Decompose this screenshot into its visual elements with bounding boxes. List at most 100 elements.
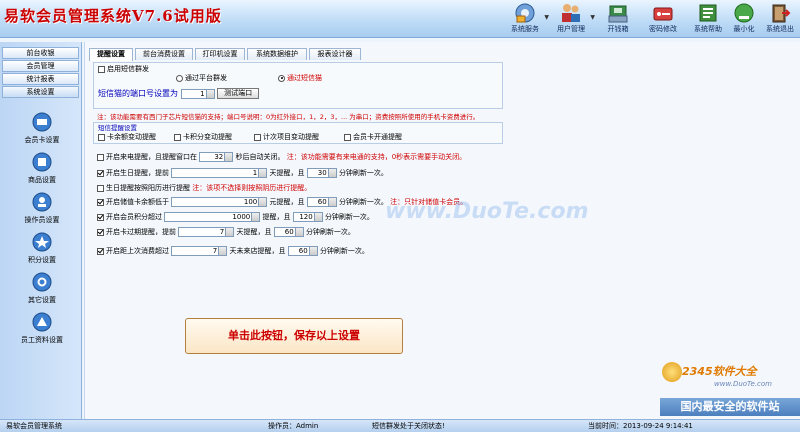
- points-refresh-stepper[interactable]: 120: [292, 212, 323, 222]
- balance-change-checkbox[interactable]: [98, 133, 105, 141]
- toolbar-exit-button[interactable]: 系统退出: [760, 2, 800, 36]
- tab-report-designer[interactable]: 报表设计器: [309, 48, 361, 60]
- last-visit-days-stepper[interactable]: 7: [171, 246, 228, 256]
- toolbar-system-service-button[interactable]: 系统服务 ▼: [505, 2, 549, 36]
- sidebar-staff-settings[interactable]: 员工资料设置: [10, 312, 74, 345]
- card-open-checkbox[interactable]: [344, 133, 351, 141]
- save-settings-button[interactable]: 单击此按钮，保存以上设置: [185, 318, 403, 354]
- lunar-note: 注：该项不选择则按照阴历进行提醒。: [192, 184, 312, 192]
- sidebar-operator-settings[interactable]: 操作员设置: [10, 192, 74, 225]
- balance-threshold-stepper[interactable]: 100: [171, 197, 268, 207]
- sidebar-label: 会员卡设置: [24, 136, 60, 144]
- sms-note: 注：该功能需要有西门子芯片短信猫的支持；端口号说明：0为红外接口，1，2，3，.…: [97, 113, 480, 121]
- nav-member-management[interactable]: 会员管理: [2, 60, 79, 72]
- last-visit-reminder-label: 开启距上次消费超过: [106, 247, 169, 255]
- exit-icon: [772, 4, 791, 23]
- sms-enable-checkbox[interactable]: [98, 65, 105, 73]
- sms-platform-label: 通过平台群发: [185, 74, 227, 82]
- expire-reminder-checkbox[interactable]: [97, 228, 104, 236]
- test-port-button[interactable]: 测试端口: [217, 88, 260, 99]
- lunar-reminder-label: 生日提醒按照阳历进行提醒: [106, 184, 190, 192]
- option-label: 会员卡开通提醒: [353, 133, 402, 141]
- user-management-icon: [562, 4, 580, 22]
- title-bar: 易软会员管理系统V7.6试用版 系统服务 ▼ 用户管理 ▼ 开钱箱 密码修改 系…: [0, 0, 800, 38]
- sidebar: 前台收银 会员管理 统计报表 系统设置 会员卡设置 商品设置 操作员设置 积分设…: [0, 42, 82, 419]
- expire-reminder-label: 开启卡过期提醒，提前: [106, 228, 176, 236]
- tab-data-maintenance[interactable]: 系统数据维护: [247, 48, 307, 60]
- toolbar-minimize-button[interactable]: 最小化: [724, 2, 764, 36]
- watermark-text: www.DuoTe.com: [385, 199, 589, 224]
- caller-seconds-stepper[interactable]: 32: [199, 152, 234, 162]
- option-label: 卡余额变动提醒: [107, 133, 156, 141]
- watermark-logo: 2345软件大全 www.DuoTe.com 国内最安全的软件站: [652, 362, 800, 420]
- points-mid: 提醒，且: [262, 213, 291, 221]
- birthday-reminder-checkbox[interactable]: [97, 169, 104, 177]
- staff-icon: [32, 312, 52, 332]
- birthday-reminder-label: 开启生日提醒，提前: [106, 169, 169, 177]
- birthday-days-stepper[interactable]: 1: [171, 168, 268, 178]
- points-threshold-stepper[interactable]: 1000: [164, 212, 261, 222]
- nav-cashier[interactable]: 前台收银: [2, 47, 79, 59]
- points-change-checkbox[interactable]: [174, 133, 181, 141]
- balance-reminder-checkbox[interactable]: [97, 198, 104, 206]
- status-bar: 易软会员管理系统 操作员：Admin 短信群发处于关闭状态! 当前时间：2013…: [0, 419, 800, 432]
- last-visit-refresh-stepper[interactable]: 60: [287, 246, 318, 256]
- caller-reminder-checkbox[interactable]: [97, 153, 104, 161]
- sidebar-member-card-settings[interactable]: 会员卡设置: [10, 112, 74, 145]
- expire-suffix: 分钟刷新一次。: [305, 228, 355, 236]
- sms-group: 启用短信群发 通过平台群发 通过短信猫 短信猫的端口号设置为 1 测试端口: [93, 62, 503, 109]
- balance-reminder-label: 开启储值卡余额低于: [106, 198, 169, 206]
- status-sms-state: 短信群发处于关闭状态!: [372, 422, 445, 430]
- points-icon: [32, 232, 52, 252]
- points-reminder-label: 开启会员积分超过: [106, 213, 162, 221]
- count-item-change-checkbox[interactable]: [254, 133, 261, 141]
- nav-system-settings[interactable]: 系统设置: [2, 86, 79, 98]
- sun-logo-icon: [662, 362, 682, 382]
- nav-reports[interactable]: 统计报表: [2, 73, 79, 85]
- expire-days-stepper[interactable]: 7: [178, 227, 235, 237]
- status-operator: 操作员：Admin: [268, 422, 319, 430]
- sidebar-label: 员工资料设置: [21, 336, 63, 344]
- toolbar-help-button[interactable]: 系统帮助: [688, 2, 728, 36]
- watermark-url: www.DuoTe.com: [714, 380, 772, 388]
- option-label: 卡积分变动提醒: [183, 133, 232, 141]
- sms-cat-radio[interactable]: [278, 74, 285, 82]
- system-service-icon: [515, 3, 535, 23]
- caller-reminder-label: 开启来电提醒，且提醒窗口在: [106, 153, 197, 161]
- points-suffix: 分钟刷新一次。: [324, 213, 374, 221]
- sidebar-label: 其它设置: [28, 296, 56, 304]
- sidebar-label: 操作员设置: [24, 216, 60, 224]
- minimize-icon: [734, 3, 754, 23]
- caller-note: 注：该功能需要有来电通的支持，0秒表示需要手动关闭。: [286, 153, 467, 161]
- status-app-name: 易软会员管理系统: [6, 422, 62, 430]
- product-icon: [32, 152, 52, 172]
- points-reminder-checkbox[interactable]: [97, 213, 104, 221]
- balance-suffix: 分钟刷新一次。: [338, 198, 388, 206]
- tab-checkout-settings[interactable]: 前台消费设置: [135, 48, 193, 60]
- toolbar-user-management-button[interactable]: 用户管理 ▼: [551, 2, 595, 36]
- expire-refresh-stepper[interactable]: 60: [273, 227, 304, 237]
- cash-drawer-icon: [608, 5, 628, 23]
- password-change-icon: [653, 7, 673, 21]
- birthday-refresh-stepper[interactable]: 30: [306, 168, 337, 178]
- sidebar-points-settings[interactable]: 积分设置: [10, 232, 74, 265]
- sms-cat-label: 通过短信猫: [287, 74, 322, 82]
- sidebar-label: 积分设置: [28, 256, 56, 264]
- operator-icon: [32, 192, 52, 212]
- dropdown-arrow-icon[interactable]: ▼: [590, 14, 595, 21]
- dropdown-arrow-icon[interactable]: ▼: [544, 14, 549, 21]
- balance-refresh-stepper[interactable]: 60: [306, 197, 337, 207]
- sms-port-label: 短信猫的端口号设置为: [98, 89, 178, 98]
- lunar-reminder-checkbox[interactable]: [97, 184, 104, 192]
- tab-printer-settings[interactable]: 打印机设置: [195, 48, 245, 60]
- toolbar-password-change-button[interactable]: 密码修改: [643, 2, 683, 36]
- caller-suffix: 秒后自动关闭。: [235, 153, 285, 161]
- sidebar-other-settings[interactable]: 其它设置: [10, 272, 74, 305]
- toolbar-cash-drawer-button[interactable]: 开钱箱: [598, 2, 638, 36]
- sidebar-product-settings[interactable]: 商品设置: [10, 152, 74, 185]
- sms-reminder-group: 短信提醒设置 卡余额变动提醒 卡积分变动提醒 计次项目变动提醒 会员卡开通提醒: [93, 122, 503, 144]
- sms-platform-radio[interactable]: [176, 74, 183, 82]
- last-visit-reminder-checkbox[interactable]: [97, 247, 104, 255]
- sms-port-stepper[interactable]: 1: [180, 88, 215, 99]
- last-visit-mid: 天未来店提醒，且: [229, 247, 286, 255]
